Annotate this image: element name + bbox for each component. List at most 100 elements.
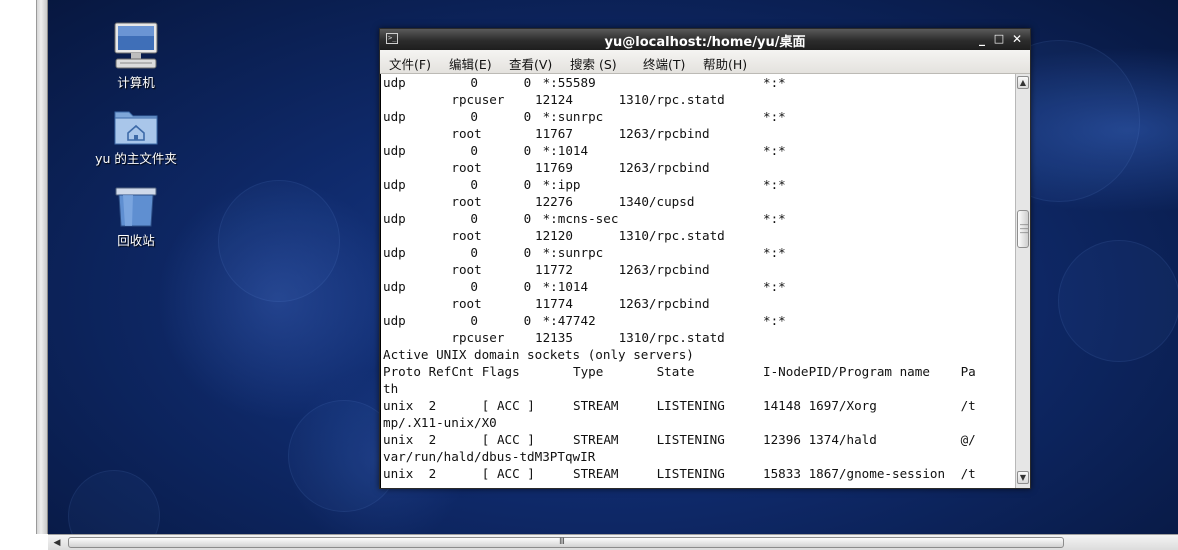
terminal-cell-prog: 1340/cupsd — [618, 194, 695, 209]
desktop-icon-home-folder[interactable]: yu 的主文件夹 — [81, 106, 191, 167]
left-margin — [0, 0, 36, 550]
terminal-cell-text: var/run/hald/dbus-tdM3PTqwIR — [383, 449, 596, 464]
terminal-cell-flags: Flags — [481, 364, 520, 379]
terminal-cell-foreign: *:* — [763, 177, 786, 192]
scroll-down-arrow[interactable]: ▼ — [1017, 471, 1029, 484]
terminal-output[interactable]: udp 0 0 *:55589 *:* rpcuser 12124 1310/rpc.stat… — [381, 74, 1015, 488]
terminal-cell-recvq: 0 — [470, 211, 478, 226]
terminal-cell-user: root — [451, 296, 482, 311]
terminal-cell-foreign: *:* — [763, 279, 786, 294]
terminal-cell-prog: 1263/rpcbind — [618, 296, 710, 311]
terminal-cell-inode: 14148 — [763, 398, 801, 413]
menu-view[interactable]: 查看(V) — [509, 54, 552, 73]
terminal-cell-flags: [ ACC ] — [481, 466, 535, 481]
terminal-cell-foreign: *:* — [763, 75, 786, 90]
menu-terminal[interactable]: 终端(T) — [643, 54, 685, 73]
terminal-cell-recvq: 0 — [470, 279, 478, 294]
terminal-window[interactable]: >_ yu@localhost:/home/yu/桌面 _ □ ✕ 文件(F) … — [379, 28, 1031, 489]
terminal-cell-foreign: *:* — [763, 245, 786, 260]
terminal-cell-state: State — [656, 364, 695, 379]
desktop-icon-label: 计算机 — [117, 75, 155, 90]
terminal-cell-flags: [ ACC ] — [481, 398, 535, 413]
terminal-cell-sendq: 0 — [523, 177, 532, 192]
terminal-cell-path: @/ — [960, 432, 976, 447]
terminal-cell-path: Pa — [960, 364, 976, 379]
terminal-cell-inode: 11767 — [535, 126, 573, 141]
scroll-grip: III — [559, 537, 565, 547]
terminal-cell-prog: 1263/rpcbind — [618, 126, 710, 141]
terminal-cell-inode: 12124 — [535, 92, 573, 107]
terminal-cell-prog: 1263/rpcbind — [618, 160, 710, 175]
left-panel-edge — [36, 0, 48, 534]
terminal-cell-proto: udp — [383, 109, 406, 124]
terminal-cell-inode: 15833 — [763, 466, 801, 481]
terminal-cell-foreign: *:* — [763, 143, 786, 158]
menu-file[interactable]: 文件(F) — [389, 54, 431, 73]
terminal-cell-local: *:sunrpc — [542, 109, 604, 124]
terminal-cell-user: root — [451, 228, 482, 243]
menu-edit[interactable]: 编辑(E) — [449, 54, 492, 73]
terminal-cell-local: *:mcns-sec — [542, 211, 619, 226]
menu-help[interactable]: 帮助(H) — [703, 54, 747, 73]
minimize-button[interactable]: _ — [974, 31, 990, 47]
background-bubble — [1058, 240, 1178, 362]
scroll-up-arrow[interactable]: ▲ — [1017, 76, 1029, 89]
terminal-cell-user: root — [451, 194, 482, 209]
terminal-cell-sendq: 0 — [523, 279, 532, 294]
terminal-cell-recvq: 0 — [470, 75, 478, 90]
terminal-cell-inode: 12135 — [535, 330, 573, 345]
terminal-cell-foreign: *:* — [763, 211, 786, 226]
horizontal-scrollbar[interactable]: ◀ III — [48, 534, 1178, 550]
terminal-cell-prog: 1310/rpc.statd — [618, 330, 725, 345]
terminal-cell-local: *:1014 — [542, 143, 589, 158]
terminal-cell-type: STREAM — [573, 398, 619, 413]
terminal-cell-proto: udp — [383, 177, 406, 192]
terminal-cell-sendq: 0 — [523, 143, 532, 158]
terminal-cell-refcnt: 2 — [428, 432, 437, 447]
home-folder-icon — [113, 106, 159, 146]
terminal-cell-foreign: *:* — [763, 109, 786, 124]
terminal-cell-recvq: 0 — [470, 143, 478, 158]
terminal-cell-foreign: *:* — [763, 313, 786, 328]
terminal-cell-recvq: 0 — [470, 109, 478, 124]
terminal-cell-sendq: 0 — [523, 211, 532, 226]
terminal-cell-inode: 11774 — [535, 296, 573, 311]
terminal-cell-type: STREAM — [573, 432, 619, 447]
terminal-cell-state: LISTENING — [656, 432, 725, 447]
terminal-cell-flags: [ ACC ] — [481, 432, 535, 447]
terminal-cell-state: LISTENING — [656, 398, 725, 413]
terminal-cell-proto: unix — [383, 466, 414, 481]
terminal-cell-proto: udp — [383, 245, 406, 260]
terminal-cell-refcnt: 2 — [428, 398, 437, 413]
window-titlebar[interactable]: >_ yu@localhost:/home/yu/桌面 _ □ ✕ — [380, 29, 1030, 50]
terminal-cell-proto: unix — [383, 398, 414, 413]
trash-icon — [114, 186, 158, 228]
terminal-cell-state: LISTENING — [656, 466, 725, 481]
terminal-cell-user: rpcuser — [451, 330, 505, 345]
terminal-cell-user: root — [451, 160, 482, 175]
scroll-left-arrow[interactable]: ◀ — [51, 537, 63, 549]
terminal-cell-local: *:sunrpc — [542, 245, 604, 260]
menu-search[interactable]: 搜索 (S) — [570, 54, 617, 73]
terminal-cell-user: root — [451, 262, 482, 277]
terminal-cell-inode: I-Node — [763, 364, 809, 379]
window-title: yu@localhost:/home/yu/桌面 — [604, 35, 806, 50]
close-button[interactable]: ✕ — [1009, 31, 1025, 47]
terminal-cell-refcnt: 2 — [428, 466, 437, 481]
terminal-cell-proto: udp — [383, 211, 406, 226]
horizontal-scroll-thumb[interactable]: III — [68, 537, 1064, 548]
vertical-scroll-thumb[interactable]: ― ― ― — [1017, 210, 1029, 248]
terminal-cell-inode: 12276 — [535, 194, 573, 209]
terminal-cell-inode: 11772 — [535, 262, 573, 277]
desktop-icon-label: 回收站 — [117, 233, 155, 248]
maximize-button[interactable]: □ — [991, 31, 1007, 47]
desktop-icon-computer[interactable]: 计算机 — [81, 22, 191, 91]
terminal-cell-inode: 11769 — [535, 160, 573, 175]
terminal-cell-prog: 1697/Xorg — [808, 398, 877, 413]
terminal-cell-proto: udp — [383, 279, 406, 294]
terminal-cell-local: *:55589 — [542, 75, 596, 90]
desktop-icon-trash[interactable]: 回收站 — [81, 186, 191, 249]
terminal-cell-refcnt: RefCnt — [428, 364, 475, 379]
vertical-scrollbar[interactable]: ▲ ― ― ― ▼ — [1015, 74, 1030, 488]
terminal-cell-text: th — [383, 381, 399, 396]
